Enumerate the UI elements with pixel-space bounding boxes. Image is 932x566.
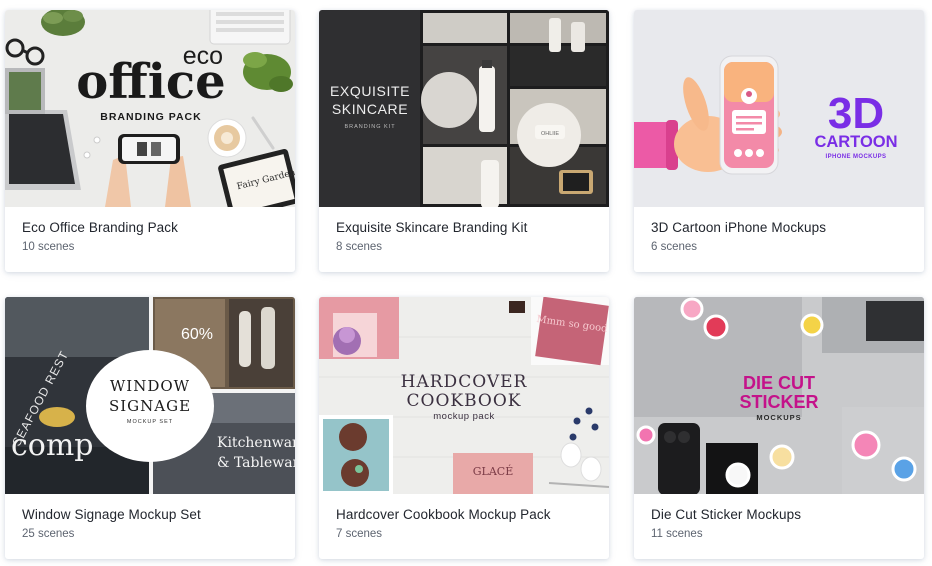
product-thumbnail[interactable]: DIE CUT STICKER MOCKUPS — [634, 297, 924, 494]
cartoon-phone — [719, 55, 779, 175]
product-card-window-signage[interactable]: SEAFOOD REST comp 60% Kitchenware & Tabl… — [5, 297, 295, 559]
art-word-hardcover: HARDCOVER — [401, 372, 528, 392]
art-word-window: WINDOW — [110, 377, 190, 395]
cookbook-bottom-right: GLACÉ — [453, 453, 533, 494]
product-card-skincare[interactable]: OHLIIE EXQUISITE SKINCARE BRANDING KIT E… — [319, 10, 609, 272]
art-word-exquisite: EXQUISITE — [330, 83, 410, 99]
product-label-text: OHLIIE — [541, 131, 559, 137]
keyboard — [209, 10, 291, 45]
product-thumbnail[interactable]: Mmm so good GLACÉ HARDCOVER COOKBOOK moc… — [319, 297, 609, 494]
product-title[interactable]: Eco Office Branding Pack — [22, 219, 278, 236]
sign-tableware-text: & Tableware — [217, 455, 295, 471]
cartoon-artwork: 3D CARTOON IPHONE MOCKUPS — [634, 10, 924, 207]
art-word-die-cut: DIE CUT — [743, 373, 815, 393]
art-subtitle: MOCKUP SET — [127, 419, 173, 425]
scene-count: 11 scenes — [651, 528, 703, 540]
art-word-cartoon: CARTOON — [814, 133, 897, 151]
window-signage-badge: WINDOW SIGNAGE MOCKUP SET — [86, 350, 214, 462]
book-title-text: GLACÉ — [473, 464, 513, 478]
product-card-die-cut-sticker[interactable]: DIE CUT STICKER MOCKUPS Die Cut Sticker … — [634, 297, 924, 559]
sale-sign-text: 60% — [181, 326, 213, 343]
cookbook-top-right: Mmm so good — [531, 297, 609, 366]
skincare-artwork: OHLIIE EXQUISITE SKINCARE BRANDING KIT — [319, 10, 609, 207]
coffee-cup — [207, 118, 247, 158]
cookbook-top-left — [319, 297, 399, 359]
art-word-cookbook: COOKBOOK — [407, 391, 522, 411]
art-subtitle: mockup pack — [433, 411, 494, 422]
art-subtitle: BRANDING PACK — [100, 111, 201, 123]
art-word-signage: SIGNAGE — [109, 397, 191, 415]
product-thumbnail[interactable]: OHLIIE EXQUISITE SKINCARE BRANDING KIT — [319, 10, 609, 207]
art-word-sticker: STICKER — [739, 392, 818, 412]
product-card-cookbook[interactable]: Mmm so good GLACÉ HARDCOVER COOKBOOK moc… — [319, 297, 609, 559]
scene-count: 10 scenes — [22, 241, 75, 253]
eco-office-artwork: Fairy Garden eco office BRANDING PACK — [5, 10, 295, 207]
window-signage-artwork: SEAFOOD REST comp 60% Kitchenware & Tabl… — [5, 297, 295, 494]
art-word-office: office — [76, 54, 225, 110]
art-word-3d: 3D — [828, 89, 884, 138]
scene-count: 25 scenes — [22, 528, 75, 540]
sticker-artwork: DIE CUT STICKER MOCKUPS — [634, 297, 924, 494]
product-thumbnail[interactable]: Fairy Garden eco office BRANDING PACK — [5, 10, 295, 207]
product-title[interactable]: Die Cut Sticker Mockups — [651, 506, 907, 523]
product-thumbnail[interactable]: SEAFOOD REST comp 60% Kitchenware & Tabl… — [5, 297, 295, 494]
sign-comp-text: comp — [11, 428, 94, 463]
art-subtitle: BRANDING KIT — [344, 124, 395, 130]
scene-count: 6 scenes — [651, 241, 698, 253]
sign-kitchenware-text: Kitchenware — [217, 435, 295, 451]
product-card-eco-office[interactable]: Fairy Garden eco office BRANDING PACK Ec… — [5, 10, 295, 272]
scene-count: 7 scenes — [336, 528, 383, 540]
art-subtitle: IPHONE MOCKUPS — [826, 154, 887, 160]
pink-sleeve — [634, 120, 678, 170]
product-title[interactable]: Exquisite Skincare Branding Kit — [336, 219, 592, 236]
product-grid: Fairy Garden eco office BRANDING PACK Ec… — [0, 0, 932, 566]
product-title[interactable]: Hardcover Cookbook Mockup Pack — [336, 506, 592, 523]
product-title[interactable]: 3D Cartoon iPhone Mockups — [651, 219, 907, 236]
product-thumbnail[interactable]: 3D CARTOON IPHONE MOCKUPS — [634, 10, 924, 207]
art-word-skincare: SKINCARE — [332, 101, 408, 117]
phone-with-stickers — [658, 423, 700, 494]
cookbook-bottom-left — [319, 415, 393, 494]
product-title[interactable]: Window Signage Mockup Set — [22, 506, 278, 523]
art-subtitle: MOCKUPS — [756, 413, 801, 422]
cookbook-artwork: Mmm so good GLACÉ HARDCOVER COOKBOOK moc… — [319, 297, 609, 494]
product-card-3d-cartoon[interactable]: 3D CARTOON IPHONE MOCKUPS 3D Cartoon iPh… — [634, 10, 924, 272]
scene-count: 8 scenes — [336, 241, 383, 253]
